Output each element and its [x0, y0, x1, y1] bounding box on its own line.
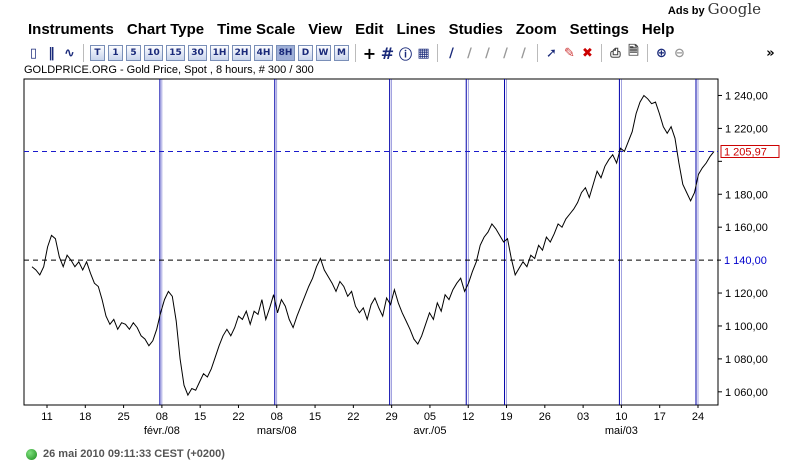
x-axis-tick-label: 22 — [232, 411, 244, 423]
status-bar: 26 mai 2010 09:11:33 CEST (+0200) — [26, 448, 225, 460]
current-price-label: 1 205,97 — [724, 146, 767, 158]
y-axis-tick-label: 1 080,00 — [725, 354, 768, 366]
x-axis-tick-label: 15 — [309, 411, 321, 423]
x-axis-tick-label: 19 — [500, 411, 512, 423]
x-axis-tick-label: 29 — [386, 411, 398, 423]
y-axis-tick-label: 1 220,00 — [725, 123, 768, 135]
x-axis-month-label: févr./08 — [144, 425, 180, 437]
x-axis-tick-label: 22 — [347, 411, 359, 423]
x-axis-tick-label: 08 — [156, 411, 168, 423]
x-axis-tick-label: 03 — [577, 411, 589, 423]
y-axis-tick-label: 1 100,00 — [725, 321, 768, 333]
support-price-label: 1 140,00 — [724, 255, 767, 267]
x-axis-tick-label: 24 — [692, 411, 704, 423]
y-axis-tick-label: 1 160,00 — [725, 222, 768, 234]
x-axis-tick-label: 08 — [271, 411, 283, 423]
x-axis-month-label: avr./05 — [413, 425, 446, 437]
x-axis-tick-label: 12 — [462, 411, 474, 423]
status-timestamp: 26 mai 2010 09:11:33 CEST (+0200) — [43, 448, 225, 460]
x-axis-tick-label: 17 — [654, 411, 666, 423]
x-axis-tick-label: 25 — [117, 411, 129, 423]
x-axis-tick-label: 18 — [79, 411, 91, 423]
connection-status-icon — [26, 448, 37, 460]
x-axis-tick-label: 11 — [41, 411, 52, 423]
y-axis-tick-label: 1 060,00 — [725, 387, 768, 399]
price-chart[interactable]: 1 240,00 1 220,00 1 180,00 1 160,00 1 140,00… — [0, 0, 795, 448]
x-axis-month-label: mars/08 — [257, 425, 297, 437]
x-axis-month-label: mai/03 — [605, 425, 638, 437]
y-axis-tick-label: 1 180,00 — [725, 189, 768, 201]
y-axis-tick-label: 1 120,00 — [725, 288, 768, 300]
x-axis-tick-label: 05 — [424, 411, 436, 423]
x-axis-tick-label: 15 — [194, 411, 206, 423]
x-axis-tick-label: 10 — [615, 411, 627, 423]
y-axis-tick-label: 1 240,00 — [725, 90, 768, 102]
x-axis-tick-label: 26 — [539, 411, 551, 423]
plot-area — [23, 78, 719, 406]
